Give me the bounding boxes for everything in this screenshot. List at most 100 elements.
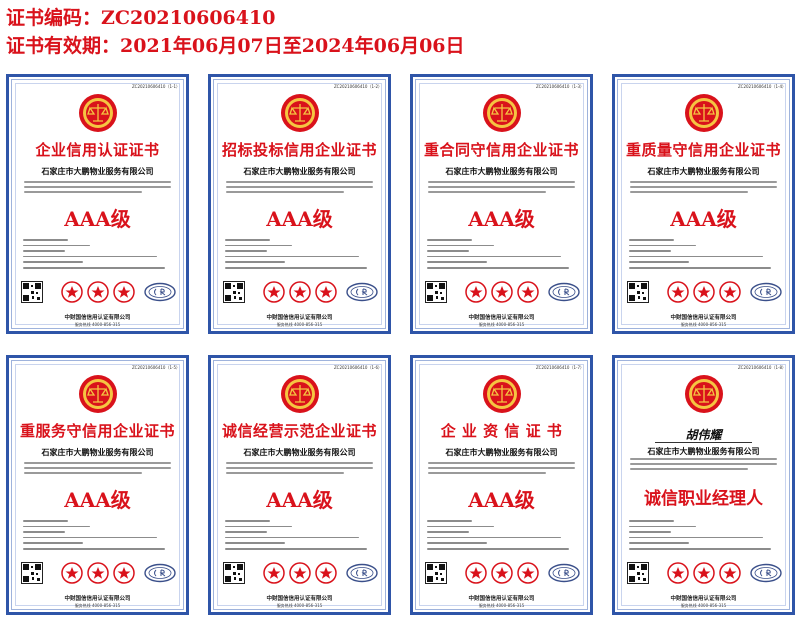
red-seal-icon: [61, 562, 83, 584]
qr-code-icon: [223, 281, 245, 303]
certificate-title: 重质量守信用企业证书: [625, 141, 781, 159]
company-name: 石家庄市大鹏物业服务有限公司: [445, 448, 558, 457]
validity-period: 证书有效期：2021年06月07日至2024年06月06日: [6, 35, 465, 57]
scales-emblem-icon: [684, 93, 724, 133]
certificate-card[interactable]: ZC20210606410（1-7） 企 业 资 信 证 书 石家庄市大鹏物业服…: [410, 355, 593, 615]
scales-emblem-icon: [280, 93, 320, 133]
qr-code-icon: [21, 562, 43, 584]
certificate-details: [225, 520, 374, 554]
issuer-name: 中财国信信用认证有限公司: [468, 596, 535, 602]
red-seal-icon: [315, 281, 337, 303]
red-seal-icon: [263, 562, 285, 584]
credit-grade: AAA级: [64, 207, 131, 231]
certificate-card[interactable]: ZC20210606410（1-3） 重合同守信用企业证书 石家庄市大鹏物业服务…: [410, 74, 593, 334]
certificate-body-text: [428, 181, 575, 196]
seal-row: [425, 281, 580, 307]
scales-emblem-icon: [482, 93, 522, 133]
certificate-number: 证书编码：ZC20210606410: [6, 7, 276, 29]
qr-code-icon: [21, 281, 43, 303]
certificate-title: 诚信职业经理人: [644, 489, 763, 509]
company-name: 石家庄市大鹏物业服务有限公司: [243, 448, 356, 457]
service-hotline: 服务热线 4000-856-315: [74, 322, 121, 327]
red-seal-icon: [263, 281, 285, 303]
qr-code-icon: [425, 562, 447, 584]
certificate-title: 诚信经营示范企业证书: [221, 422, 377, 440]
cr-mark-icon: [143, 282, 177, 302]
certificate-body-text: [630, 181, 777, 196]
certificate-details: [23, 239, 172, 273]
cr-mark-icon: [749, 282, 783, 302]
certificate-footer: 中财国信信用认证有限公司 服务热线 4000-856-315: [615, 313, 792, 328]
red-seal-icon: [113, 562, 135, 584]
cr-mark-icon: [345, 282, 379, 302]
credit-grade: AAA级: [670, 207, 737, 231]
company-name: 石家庄市大鹏物业服务有限公司: [647, 447, 760, 456]
cr-mark-icon: [547, 563, 581, 583]
certificate-card[interactable]: ZC20210606410（1-1） 企业信用认证证书 石家庄市大鹏物业服务有限…: [6, 74, 189, 334]
seal-row: [425, 562, 581, 588]
red-seal-icon: [113, 281, 135, 303]
manager-certificate-card[interactable]: ZC20210606410（1-8） 中财国信信用认证有限公司 服务热线 400…: [612, 355, 795, 615]
issuer-name: 中财国信信用认证有限公司: [670, 596, 737, 602]
certificate-title: 招标投标信用企业证书: [221, 141, 377, 159]
company-name: 石家庄市大鹏物业服务有限公司: [445, 167, 558, 176]
cr-mark-icon: [143, 563, 177, 583]
header: 证书编码：ZC20210606410 证书有效期：2021年06月07日至202…: [6, 4, 786, 60]
red-seal-icon: [491, 562, 513, 584]
certificate-details: [629, 239, 778, 273]
service-hotline: 服务热线 4000-856-315: [478, 603, 525, 608]
company-name: 石家庄市大鹏物业服务有限公司: [41, 448, 154, 457]
red-seal-icon: [517, 281, 539, 303]
credit-grade: AAA级: [266, 488, 333, 512]
credit-grade: AAA级: [266, 207, 333, 231]
red-seal-icon: [465, 562, 487, 584]
qr-code-icon: [223, 562, 245, 584]
certificate-body-text: [226, 462, 373, 477]
certificate-details: [629, 520, 778, 554]
certificate-body-text: [630, 458, 777, 473]
red-seal-icon: [465, 281, 487, 303]
certificate-serial: ZC20210606410（1-3）: [535, 84, 584, 89]
certificate-body-text: [226, 181, 373, 196]
certificate-card[interactable]: ZC20210606410（1-4） 重质量守信用企业证书 石家庄市大鹏物业服务…: [612, 74, 795, 334]
certificate-footer: 中财国信信用认证有限公司 服务热线 4000-856-315: [211, 594, 388, 609]
qr-code-icon: [627, 281, 649, 303]
certificate-footer: 中财国信信用认证有限公司 服务热线 4000-856-315: [615, 594, 792, 609]
seal-row: [627, 562, 783, 588]
issuer-name: 中财国信信用认证有限公司: [64, 596, 131, 602]
certificate-grid: ZC20210606410（1-1） 企业信用认证证书 石家庄市大鹏物业服务有限…: [0, 70, 800, 626]
certificate-details: [23, 520, 172, 554]
certificate-serial: ZC20210606410（1-8）: [737, 365, 786, 370]
certificate-serial: ZC20210606410（1-7）: [535, 365, 584, 370]
certificate-body-text: [428, 462, 575, 477]
certificate-card[interactable]: ZC20210606410（1-6） 诚信经营示范企业证书 石家庄市大鹏物业服务…: [208, 355, 391, 615]
credit-grade: AAA级: [64, 488, 131, 512]
certificate-footer: 中财国信信用认证有限公司 服务热线 4000-856-315: [413, 594, 590, 609]
certificate-serial: ZC20210606410（1-4）: [737, 84, 786, 89]
certificate-card[interactable]: ZC20210606410（1-2） 招标投标信用企业证书 石家庄市大鹏物业服务…: [208, 74, 391, 334]
certificate-title: 企业信用认证证书: [35, 141, 160, 159]
qr-code-icon: [627, 562, 649, 584]
certificate-serial: ZC20210606410（1-5）: [131, 365, 180, 370]
red-seal-icon: [87, 562, 109, 584]
certificate-card[interactable]: ZC20210606410（1-5） 重服务守信用企业证书 石家庄市大鹏物业服务…: [6, 355, 189, 615]
certificate-details: [225, 239, 374, 273]
issuer-name: 中财国信信用认证有限公司: [468, 315, 535, 321]
red-seal-icon: [315, 562, 337, 584]
certificate-details: [427, 520, 576, 554]
service-hotline: 服务热线 4000-856-315: [680, 322, 727, 327]
red-seal-icon: [61, 281, 83, 303]
service-hotline: 服务热线 4000-856-315: [74, 603, 121, 608]
certificate-title: 重合同守信用企业证书: [423, 141, 579, 159]
certificate-serial: ZC20210606410（1-1）: [131, 84, 180, 89]
certificate-title: 企 业 资 信 证 书: [440, 422, 563, 440]
seal-row: [21, 281, 177, 307]
cr-mark-icon: [749, 563, 783, 583]
qr-code-icon: [425, 281, 447, 303]
name-underline: [655, 442, 752, 443]
certificate-footer: 中财国信信用认证有限公司 服务热线 4000-856-315: [9, 313, 186, 328]
red-seal-icon: [693, 562, 715, 584]
scales-emblem-icon: [78, 93, 118, 133]
certificate-serial: ZC20210606410（1-6）: [333, 365, 382, 370]
certificate-body-text: [24, 181, 171, 196]
